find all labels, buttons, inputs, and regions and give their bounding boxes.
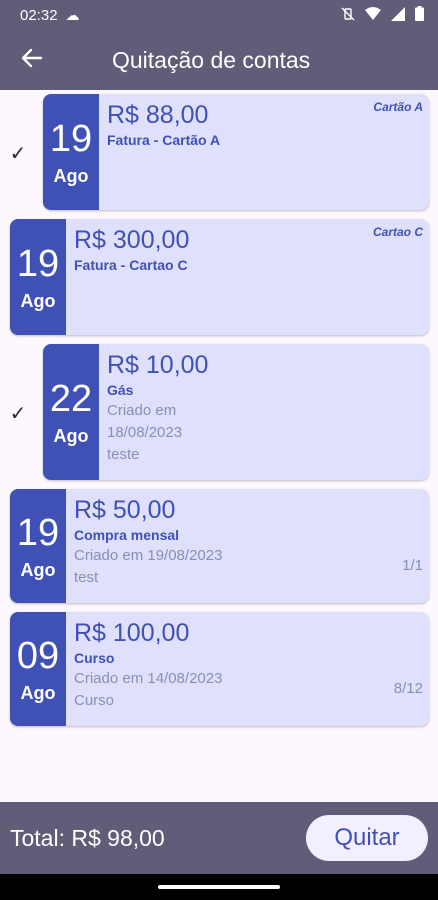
app-bar: Quitação de contas <box>0 30 438 90</box>
list-item[interactable]: 19 Ago R$ 50,00 Compra mensal Criado em … <box>0 489 438 603</box>
wifi-icon <box>365 6 381 24</box>
date-badge: 19 Ago <box>43 94 99 210</box>
bill-amount: R$ 50,00 <box>74 496 176 524</box>
card-body: R$ 300,00 Fatura - Cartao C Cartao C <box>74 225 423 331</box>
bill-card[interactable]: 09 Ago R$ 100,00 Curso Criado em 14/08/2… <box>10 612 429 726</box>
card-body: R$ 50,00 Compra mensal Criado em 19/08/2… <box>74 495 423 599</box>
status-icons <box>341 6 424 24</box>
date-month: Ago <box>20 290 56 311</box>
date-badge: 19 Ago <box>10 489 66 603</box>
card-body: R$ 100,00 Curso Criado em 14/08/2023 Cur… <box>74 618 423 722</box>
created-date: 18/08/2023 <box>107 424 183 441</box>
list-item[interactable]: ✓ 22 Ago R$ 10,00 Gás Criado em 18/08/20… <box>0 344 438 480</box>
bill-name: Fatura - Cartao C <box>74 257 188 273</box>
pay-button[interactable]: Quitar <box>306 815 428 861</box>
card-body: R$ 88,00 Fatura - Cartão A Cartão A <box>107 100 423 206</box>
date-month: Ago <box>53 425 89 446</box>
bill-name: Curso <box>74 650 115 666</box>
page-title: Quitação de contas <box>112 46 311 73</box>
card-body: R$ 10,00 Gás Criado em 18/08/2023 teste <box>107 350 423 476</box>
bill-amount: R$ 300,00 <box>74 226 190 254</box>
bill-card[interactable]: 22 Ago R$ 10,00 Gás Criado em 18/08/2023… <box>43 344 429 480</box>
date-badge: 22 Ago <box>43 344 99 480</box>
bill-name: Gás <box>107 382 134 398</box>
vibrate-off-icon <box>341 7 355 24</box>
installment-count: 8/12 <box>393 680 423 697</box>
created-date: Criado em 14/08/2023 <box>74 670 223 687</box>
bill-card[interactable]: 19 Ago R$ 50,00 Compra mensal Criado em … <box>10 489 429 603</box>
back-button[interactable] <box>0 30 64 90</box>
arrow-left-icon <box>21 45 43 76</box>
date-day: 19 <box>16 242 60 285</box>
bill-amount: R$ 100,00 <box>74 619 190 647</box>
bill-note: Curso <box>74 692 115 709</box>
date-badge: 09 Ago <box>10 612 66 726</box>
date-month: Ago <box>53 165 89 186</box>
date-day: 09 <box>16 634 60 677</box>
total-amount: Total: R$ 98,00 <box>10 824 165 851</box>
installment-count: 1/1 <box>402 557 423 574</box>
status-bar: 02:32 ☁ <box>0 0 438 30</box>
bill-note: test <box>74 569 99 586</box>
date-day: 22 <box>49 377 93 420</box>
card-tag: Cartão A <box>373 100 423 114</box>
created-date: Criado em 19/08/2023 <box>74 547 223 564</box>
bill-name: Compra mensal <box>74 527 180 543</box>
home-handle[interactable] <box>158 885 280 889</box>
check-icon: ✓ <box>9 143 27 165</box>
signal-icon <box>391 6 405 24</box>
date-day: 19 <box>49 117 93 160</box>
cloud-icon: ☁ <box>65 6 80 23</box>
check-icon: ✓ <box>9 403 27 425</box>
battery-icon <box>415 6 424 24</box>
list-item[interactable]: 19 Ago R$ 300,00 Fatura - Cartao C Carta… <box>0 219 438 335</box>
status-time: 02:32 <box>20 6 58 24</box>
list-item[interactable]: ✓ 19 Ago R$ 88,00 Fatura - Cartão A Cart… <box>0 94 438 212</box>
bill-amount: R$ 10,00 <box>107 351 209 379</box>
bill-card[interactable]: 19 Ago R$ 88,00 Fatura - Cartão A Cartão… <box>43 94 429 210</box>
card-tag: Cartao C <box>372 225 423 239</box>
date-month: Ago <box>20 559 56 580</box>
bill-name: Fatura - Cartão A <box>107 132 221 148</box>
date-month: Ago <box>20 682 56 703</box>
date-day: 19 <box>16 511 60 554</box>
system-nav-bar <box>0 874 438 900</box>
created-label: Criado em <box>107 402 177 419</box>
bill-card[interactable]: 19 Ago R$ 300,00 Fatura - Cartao C Carta… <box>10 219 429 335</box>
list-item[interactable]: 09 Ago R$ 100,00 Curso Criado em 14/08/2… <box>0 612 438 726</box>
bill-note: teste <box>107 446 140 463</box>
bottom-bar: Total: R$ 98,00 Quitar <box>0 802 438 874</box>
date-badge: 19 Ago <box>10 219 66 335</box>
